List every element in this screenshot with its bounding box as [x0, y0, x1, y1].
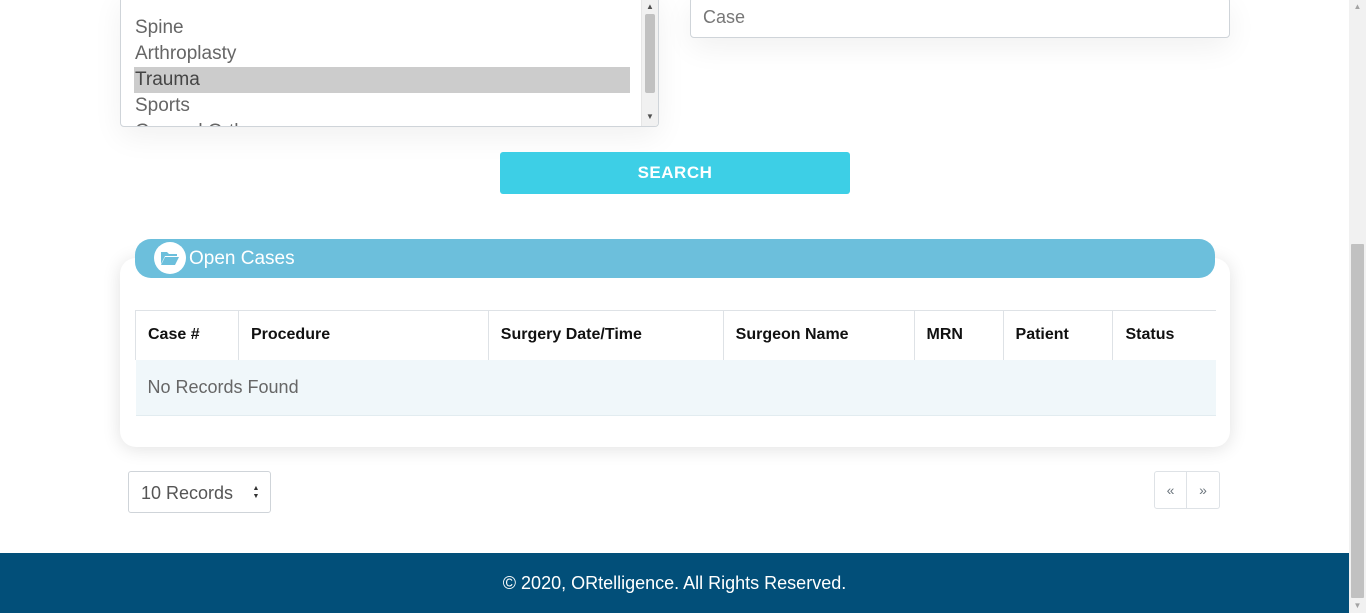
listbox-option[interactable]: Spine [134, 15, 630, 41]
column-header-surgeon-name[interactable]: Surgeon Name [722, 310, 915, 360]
listbox-option[interactable]: Sports [134, 93, 630, 119]
open-cases-title: Open Cases [189, 248, 295, 269]
previous-page-button[interactable]: « [1154, 471, 1187, 509]
footer: © 2020, ORtelligence. All Rights Reserve… [0, 553, 1349, 613]
column-header-mrn[interactable]: MRN [913, 310, 1004, 360]
case-input[interactable] [690, 0, 1230, 38]
open-cases-header: Open Cases [135, 239, 1215, 278]
column-header-status[interactable]: Status [1112, 310, 1216, 360]
table-header-row: Case # Procedure Surgery Date/Time Surge… [135, 310, 1216, 360]
empty-table-message: No Records Found [135, 359, 1216, 416]
scroll-down-arrow-icon[interactable]: ▼ [642, 110, 658, 124]
listbox-scrollbar[interactable]: ▲ ▼ [641, 0, 658, 126]
listbox-scroll-thumb[interactable] [645, 14, 655, 93]
page-scroll-up-icon[interactable]: ▲ [1349, 0, 1366, 14]
folder-open-icon [154, 242, 186, 274]
footer-copyright: © 2020, ORtelligence. All Rights Reserve… [502, 573, 847, 593]
column-header-surgery-date[interactable]: Surgery Date/Time [487, 310, 724, 360]
pagination: « » [1154, 471, 1220, 509]
select-caret-icon: ▲ ▼ [252, 485, 260, 500]
table-row: No Records Found [135, 359, 1216, 416]
listbox-option[interactable]: Arthroplasty [134, 41, 630, 67]
scroll-up-arrow-icon[interactable]: ▲ [642, 0, 658, 14]
records-per-page-select[interactable]: 10 Records ▲ ▼ [128, 471, 271, 513]
page-scroll-thumb[interactable] [1351, 244, 1364, 598]
listbox-option-selected[interactable]: Trauma [134, 67, 630, 93]
page-scroll-down-icon[interactable]: ▼ [1349, 599, 1366, 613]
page-scrollbar[interactable]: ▲ ▼ [1349, 0, 1366, 613]
records-per-page-value: 10 Records [141, 483, 234, 503]
open-cases-table: Case # Procedure Surgery Date/Time Surge… [135, 310, 1216, 416]
column-header-procedure[interactable]: Procedure [237, 310, 489, 360]
listbox-option[interactable]: General Orth [134, 119, 630, 126]
search-button[interactable]: SEARCH [500, 152, 850, 194]
next-page-button[interactable]: » [1187, 471, 1220, 509]
specialty-listbox[interactable]: Spine Arthroplasty Trauma Sports General… [120, 0, 659, 127]
column-header-patient[interactable]: Patient [1002, 310, 1113, 360]
column-header-case-number[interactable]: Case # [135, 310, 239, 360]
